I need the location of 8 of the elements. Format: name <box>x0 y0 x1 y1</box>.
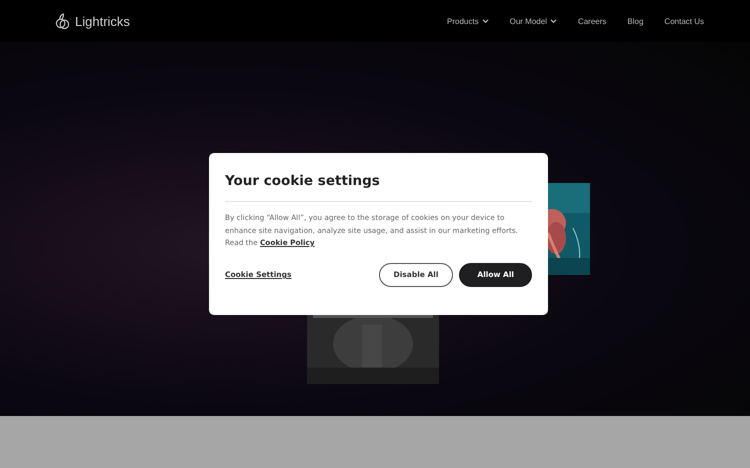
nav-link[interactable]: Our Model <box>510 16 557 26</box>
brand-name[interactable]: Lightricks <box>75 14 130 28</box>
logo-icon <box>55 12 70 30</box>
nav-link[interactable]: Products <box>447 16 489 26</box>
nav-link[interactable]: Contact Us <box>664 16 704 26</box>
nav-link[interactable]: Careers <box>578 16 606 26</box>
nav-link[interactable]: Blog <box>627 16 644 26</box>
dialog-title: Your cookie settings <box>225 173 381 189</box>
